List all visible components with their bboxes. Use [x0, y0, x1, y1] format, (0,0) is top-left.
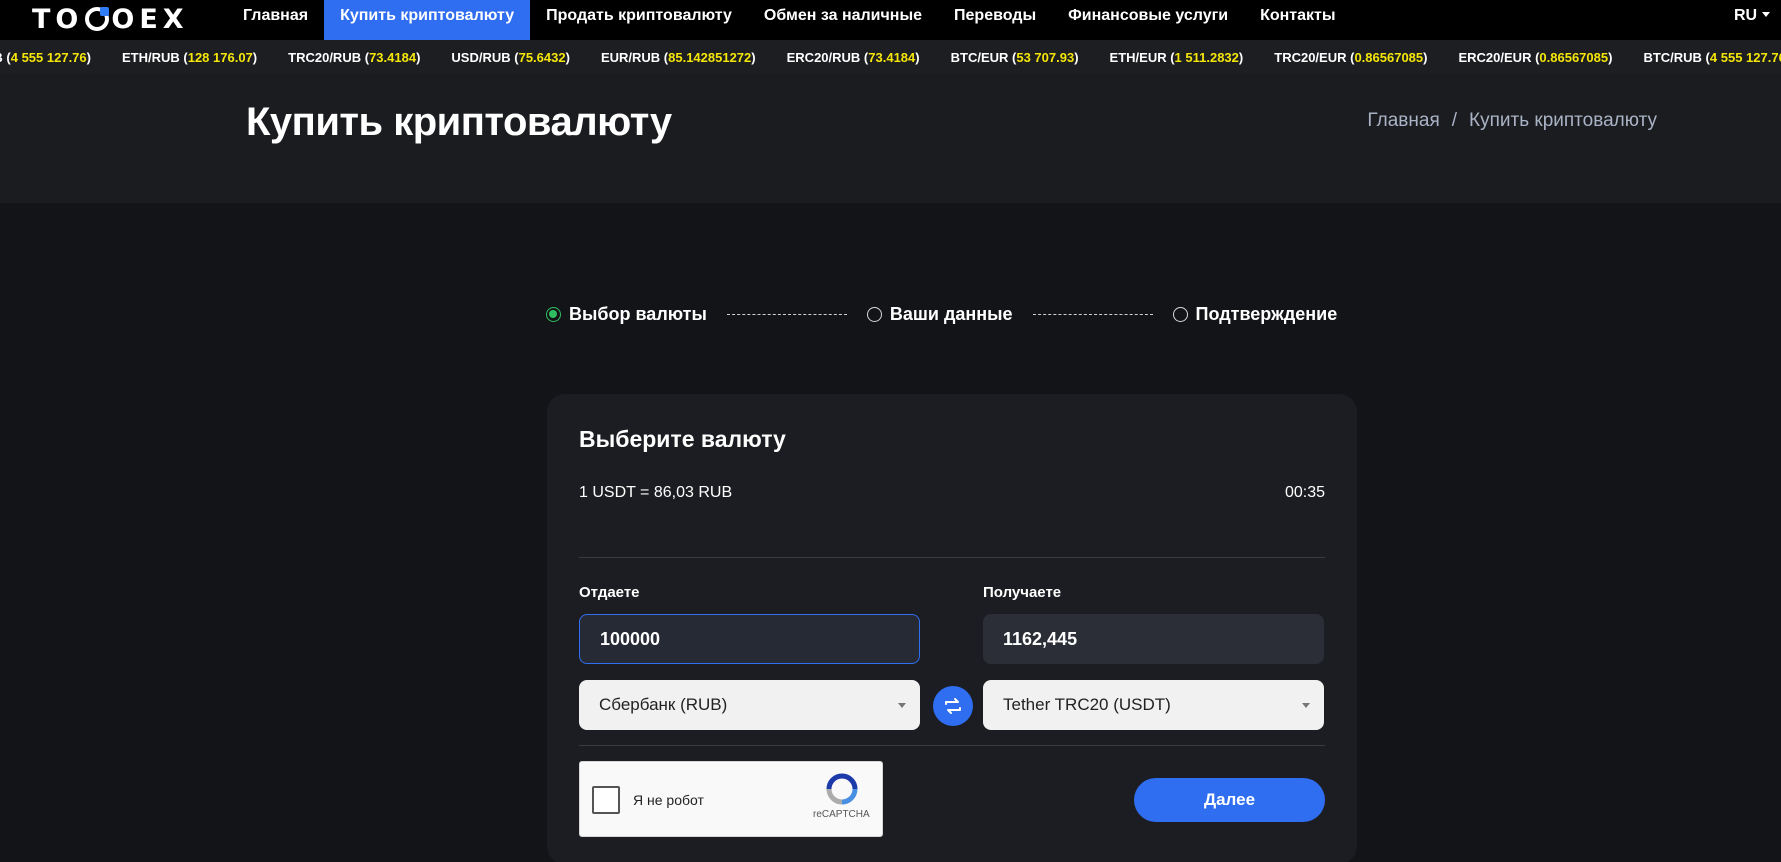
recaptcha-logo-icon: [826, 773, 858, 805]
ticker-pair: ERC20/RUB: [786, 49, 861, 65]
breadcrumb: Главная / Купить криптовалюту: [1367, 110, 1657, 132]
step-label: Ваши данные: [889, 303, 1013, 324]
ticker-value: 4 555 127.76: [1709, 49, 1781, 65]
nav-item-home[interactable]: Главная: [227, 0, 324, 40]
exchange-rate: 1 USDT = 86,03 RUB: [579, 484, 733, 501]
step-currency: Выбор валюты: [546, 304, 707, 325]
dropdown-arrow-icon: [898, 703, 906, 708]
exchange-card: Выберите валюту 1 USDT = 86,03 RUB 00:35…: [547, 394, 1357, 862]
step-confirmation: Подтверждение: [1172, 303, 1338, 325]
nav-item-cash-exchange[interactable]: Обмен за наличные: [748, 0, 938, 40]
give-label: Отдаете: [579, 584, 640, 601]
recaptcha-widget: Я не робот reCAPTCHA: [579, 761, 883, 837]
ticker-item: ETH/RUB (128 176.07): [121, 49, 258, 65]
step-divider: [726, 313, 847, 315]
ticker-item: USD/RUB (75.6432): [451, 49, 570, 65]
ticker-item: BTC/RUB (4 555 127.76): [1643, 50, 1781, 65]
ticker-item: EUR/RUB (85.142851272): [600, 49, 756, 65]
top-navbar: TO OEX Главная Купить криптовалюту Продат…: [0, 0, 1781, 40]
recaptcha-label: Я не робот: [633, 792, 704, 808]
step-your-data: Ваши данные: [866, 303, 1013, 325]
step-label: Выбор валюты: [569, 303, 707, 324]
ticker-value: 53 707.93: [1016, 49, 1075, 65]
step-label: Подтверждение: [1195, 303, 1338, 324]
ticker-track: UB (4 555 127.76) ETH/RUB (128 176.07) TRC…: [0, 40, 1781, 74]
ticker-value: 128 176.07: [187, 49, 253, 65]
radio-checked-icon: [546, 306, 561, 322]
nav-item-contacts[interactable]: Контакты: [1244, 0, 1351, 40]
rate-timer: 00:35: [1284, 484, 1325, 501]
ticker-value: 0.86567085: [1539, 49, 1609, 65]
step-divider: [1032, 313, 1153, 315]
ticker-item: UB (4 555 127.76): [0, 50, 91, 65]
ticker-value: 73.4184: [868, 49, 916, 65]
give-currency-value: Сбербанк (RUB): [599, 695, 728, 714]
rates-ticker: UB (4 555 127.76) ETH/RUB (128 176.07) TRC…: [0, 40, 1781, 74]
ticker-pair: BTC/RUB: [1643, 49, 1702, 65]
swap-currencies-button[interactable]: [933, 686, 973, 726]
ticker-item: ETH/EUR (1 511.2832): [1109, 49, 1244, 65]
ticker-item: TRC20/EUR (0.86567085): [1274, 49, 1428, 65]
breadcrumb-separator: /: [1451, 110, 1458, 131]
receive-currency-value: Tether TRC20 (USDT): [1003, 695, 1171, 714]
ticker-pair: TRC20/EUR: [1274, 49, 1347, 65]
site-logo[interactable]: TO OEX: [32, 2, 189, 36]
card-title: Выберите валюту: [579, 426, 786, 452]
radio-unchecked-icon: [1172, 306, 1188, 322]
ticker-value: 0.86567085: [1354, 49, 1424, 65]
next-button[interactable]: Далее: [1134, 778, 1325, 822]
swap-arrows-icon: [945, 698, 961, 714]
ticker-value: 75.6432: [518, 49, 566, 65]
radio-unchecked-icon: [866, 306, 882, 322]
ticker-value: 85.142851272: [668, 49, 752, 65]
stepper: Выбор валюты Ваши данные Подтверждение: [546, 302, 1337, 326]
give-currency-select[interactable]: Сбербанк (RUB): [579, 680, 920, 730]
ticker-pair: ERC20/EUR: [1458, 49, 1532, 65]
ticker-value: 73.4184: [369, 49, 417, 65]
page-title: Купить криптовалюту: [246, 100, 672, 144]
dropdown-arrow-icon: [1302, 703, 1310, 708]
ticker-item: ERC20/EUR (0.86567085): [1458, 49, 1613, 65]
nav-item-sell-crypto[interactable]: Продать криптовалюту: [530, 0, 748, 40]
ticker-pair: ETH/RUB: [121, 49, 180, 65]
language-label: RU: [1734, 7, 1758, 24]
ticker-pair: USD/RUB: [451, 49, 511, 65]
divider: [579, 557, 1325, 558]
logo-text-right: OEX: [111, 3, 189, 35]
nav-item-transfers[interactable]: Переводы: [938, 0, 1052, 40]
ticker-pair: ETH/EUR: [1109, 49, 1167, 65]
page-header: Купить криптовалюту Главная / Купить кри…: [0, 74, 1781, 203]
nav-item-financial-services[interactable]: Финансовые услуги: [1052, 0, 1244, 40]
main-nav: Главная Купить криптовалюту Продать крип…: [227, 0, 1352, 40]
recaptcha-brand: reCAPTCHA: [813, 809, 870, 820]
ticker-pair: TRC20/RUB: [288, 49, 362, 65]
divider: [579, 745, 1325, 746]
ticker-pair: UB: [0, 50, 3, 65]
give-amount-input[interactable]: 100000: [579, 614, 920, 664]
ticker-pair: BTC/EUR: [950, 49, 1009, 65]
ticker-item: TRC20/RUB (73.4184): [288, 49, 421, 65]
nav-item-buy-crypto[interactable]: Купить криптовалюту: [324, 0, 531, 40]
receive-currency-select[interactable]: Tether TRC20 (USDT): [983, 680, 1324, 730]
receive-label: Получаете: [983, 584, 1062, 601]
language-selector[interactable]: RU: [1734, 0, 1771, 40]
logo-text-left: TO: [32, 3, 84, 35]
ticker-pair: EUR/RUB: [600, 49, 661, 65]
ticker-value: 1 511.2832: [1174, 49, 1239, 65]
receive-amount-input[interactable]: 1162,445: [983, 614, 1324, 664]
ticker-item: ERC20/RUB (73.4184): [786, 49, 920, 65]
ticker-value: 4 555 127.76: [10, 49, 87, 65]
chevron-down-icon: [1762, 12, 1771, 17]
breadcrumb-current: Купить криптовалюту: [1469, 110, 1657, 131]
logo-mark-icon: [85, 7, 110, 31]
ticker-item: BTC/EUR (53 707.93): [950, 49, 1079, 65]
breadcrumb-home[interactable]: Главная: [1367, 110, 1439, 132]
recaptcha-checkbox[interactable]: [592, 786, 620, 814]
